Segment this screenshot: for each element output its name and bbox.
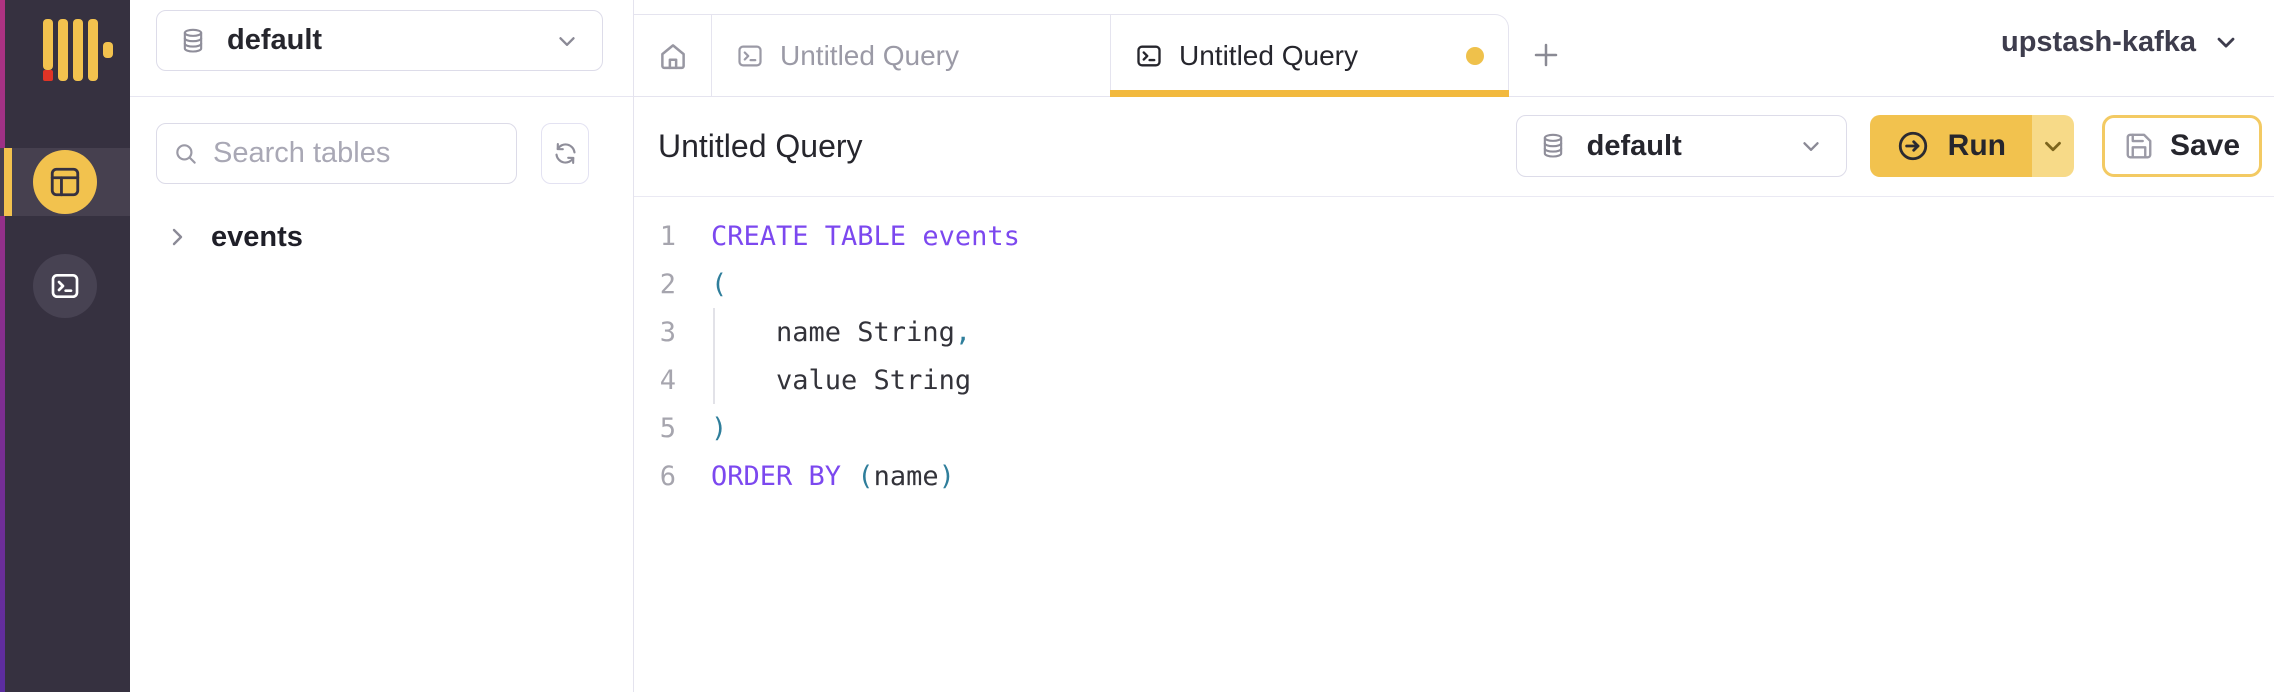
table-row-events[interactable]: events xyxy=(130,215,633,259)
line-number: 5 xyxy=(634,413,676,444)
terminal-icon xyxy=(49,270,81,302)
add-tab-button[interactable] xyxy=(1531,40,1561,70)
code-line-content: ) xyxy=(711,413,727,444)
arrow-right-circle-icon xyxy=(1896,129,1930,163)
table-name: events xyxy=(211,221,303,254)
database-icon xyxy=(179,27,207,55)
tables-button xyxy=(33,150,97,214)
line-number: 1 xyxy=(634,221,676,252)
tab-label: Untitled Query xyxy=(1179,40,1358,72)
database-select-value: default xyxy=(1587,130,1682,163)
service-name: upstash-kafka xyxy=(2001,26,2196,59)
unsaved-changes-dot xyxy=(1466,47,1484,65)
search-icon xyxy=(173,141,199,167)
line-number: 6 xyxy=(634,461,676,492)
run-options-button[interactable] xyxy=(2032,115,2074,177)
tab-bar: Untitled Query Untitled Query xyxy=(634,0,2274,97)
code-line-content: name String, xyxy=(711,317,971,348)
home-icon xyxy=(658,41,688,71)
line-number: 3 xyxy=(634,317,676,348)
chevron-right-icon xyxy=(165,225,189,249)
code-line-content: ( xyxy=(711,269,727,300)
refresh-tables-button[interactable] xyxy=(541,123,589,184)
chevron-down-icon xyxy=(1798,133,1824,159)
database-select[interactable]: default xyxy=(156,10,603,71)
code-line-content: value String xyxy=(711,365,971,396)
tab-label: Untitled Query xyxy=(780,40,959,72)
chevron-down-icon xyxy=(2040,133,2066,159)
queries-button xyxy=(33,254,97,318)
rail-gradient-stripe xyxy=(0,0,5,692)
code-line[interactable]: 3 name String, xyxy=(634,308,2274,356)
layout-icon xyxy=(48,165,82,199)
code-lines: 1CREATE TABLE events2(3 name String,4 va… xyxy=(634,212,2274,500)
code-line[interactable]: 4 value String xyxy=(634,356,2274,404)
tab-strip: Untitled Query Untitled Query xyxy=(634,14,1509,96)
tables-panel: default xyxy=(130,0,633,692)
nav-rail xyxy=(0,0,130,692)
line-number: 4 xyxy=(634,365,676,396)
service-select[interactable]: upstash-kafka xyxy=(2001,12,2240,72)
save-button-label: Save xyxy=(2170,129,2240,163)
search-tables-box xyxy=(156,123,517,184)
code-line[interactable]: 5) xyxy=(634,404,2274,452)
terminal-icon xyxy=(736,42,764,70)
toolbar-controls: default xyxy=(1516,115,2262,177)
query-title: Untitled Query xyxy=(658,97,863,196)
save-button[interactable]: Save xyxy=(2102,115,2262,177)
rail-item-queries[interactable] xyxy=(0,252,130,320)
chevron-down-icon xyxy=(554,28,580,54)
code-line[interactable]: 1 CREATE TABLE events xyxy=(634,212,2274,260)
terminal-icon xyxy=(1135,42,1163,70)
run-button[interactable]: Run xyxy=(1870,115,2032,177)
run-button-label: Run xyxy=(1948,129,2006,163)
database-select-toolbar[interactable]: default xyxy=(1516,115,1847,177)
code-line[interactable]: 2( xyxy=(634,260,2274,308)
refresh-icon xyxy=(552,140,579,167)
sql-editor[interactable]: 1CREATE TABLE events2(3 name String,4 va… xyxy=(634,197,2274,500)
rail-item-tables[interactable] xyxy=(0,148,130,216)
line-number: 2 xyxy=(634,269,676,300)
app-window: default xyxy=(0,0,2274,692)
database-select-value: default xyxy=(227,24,322,57)
main-content: Untitled Query Untitled Query xyxy=(633,0,2274,692)
tables-panel-header: default xyxy=(130,0,633,97)
rail-active-indicator xyxy=(4,148,12,216)
code-line-content: ORDER BY (name) xyxy=(711,461,955,492)
tab-untitled-query-2[interactable]: Untitled Query xyxy=(1111,14,1509,96)
tab-untitled-query-1[interactable]: Untitled Query xyxy=(712,14,1111,96)
search-tables-input[interactable] xyxy=(213,137,500,170)
tab-home[interactable] xyxy=(634,14,712,96)
save-icon xyxy=(2124,131,2154,161)
plus-icon xyxy=(1531,40,1561,70)
code-line-content: CREATE TABLE events xyxy=(711,221,1020,252)
clickhouse-logo-icon[interactable] xyxy=(43,19,113,81)
query-toolbar: Untitled Query default xyxy=(634,97,2274,197)
chevron-down-icon xyxy=(2212,28,2240,56)
run-split-button: Run xyxy=(1870,115,2074,177)
database-icon xyxy=(1539,132,1567,160)
code-line[interactable]: 6 ORDER BY (name) xyxy=(634,452,2274,500)
